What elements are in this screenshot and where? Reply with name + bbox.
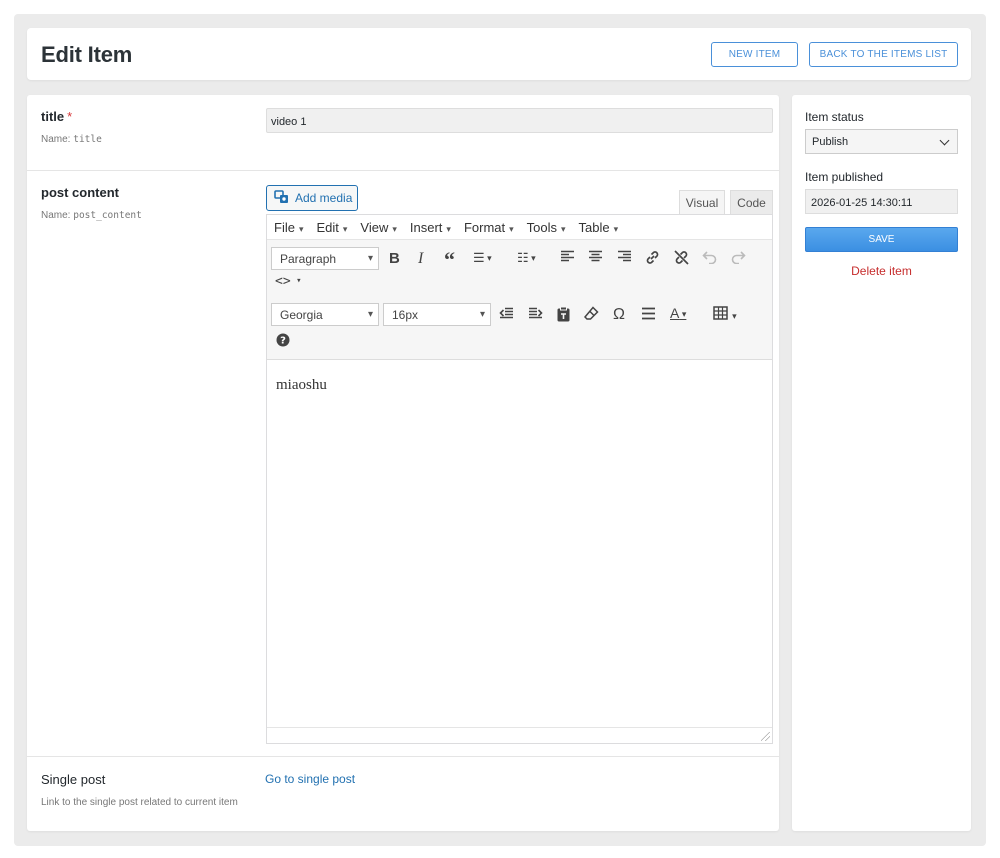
menu-tools[interactable]: Tools	[527, 220, 566, 235]
horizontal-line-icon[interactable]	[641, 307, 656, 323]
align-right-icon[interactable]	[617, 250, 632, 266]
menu-table[interactable]: Table	[579, 220, 619, 235]
menu-insert[interactable]: Insert	[410, 220, 451, 235]
undo-icon[interactable]	[702, 250, 718, 267]
post-content-field-name: Name: post_content	[41, 210, 142, 221]
item-published-label: Item published	[805, 170, 884, 184]
editor-toolbar: Paragraph B I “ ☰ ☷	[267, 239, 772, 360]
format-select[interactable]: Paragraph	[271, 247, 379, 270]
redo-icon[interactable]	[730, 250, 746, 267]
bullet-list-icon[interactable]: ☰	[473, 251, 492, 264]
numbered-list-icon[interactable]: ☷	[517, 251, 536, 264]
menu-file[interactable]: File	[274, 220, 303, 235]
outdent-icon[interactable]	[499, 307, 514, 323]
save-button[interactable]: SAVE	[805, 227, 958, 252]
title-name-code: title	[73, 134, 102, 145]
link-icon[interactable]	[644, 249, 661, 269]
item-published-input[interactable]: 2026-01-25 14:30:11	[805, 189, 958, 214]
post-content-label: post content	[41, 185, 119, 200]
resize-grip-icon[interactable]	[761, 732, 770, 741]
add-media-button[interactable]: Add media	[266, 185, 358, 211]
item-status-select[interactable]: Publish	[805, 129, 958, 154]
menu-view[interactable]: View	[360, 220, 396, 235]
align-left-icon[interactable]	[560, 250, 575, 266]
title-field-name: Name: title	[41, 134, 102, 145]
single-post-description: Link to the single post related to curre…	[41, 797, 238, 808]
field-divider	[27, 756, 779, 757]
font-family-select[interactable]: Georgia	[271, 303, 379, 326]
add-media-label: Add media	[295, 191, 353, 205]
title-field-label: title *	[41, 109, 72, 124]
title-name-prefix: Name:	[41, 134, 71, 145]
post-content-name-code: post_content	[73, 210, 142, 221]
tab-visual[interactable]: Visual	[679, 190, 725, 214]
blockquote-icon[interactable]: “	[444, 249, 455, 271]
indent-icon[interactable]	[528, 307, 543, 323]
delete-item-link[interactable]: Delete item	[792, 264, 971, 278]
post-content-name-prefix: Name:	[41, 210, 71, 221]
required-mark: *	[67, 109, 73, 124]
clear-format-icon[interactable]	[583, 306, 599, 324]
editor-content[interactable]: miaoshu	[276, 377, 327, 394]
font-size-select[interactable]: 16px	[383, 303, 491, 326]
table-icon[interactable]	[713, 306, 737, 323]
new-item-button[interactable]: NEW ITEM	[711, 42, 798, 67]
editor-statusbar	[267, 727, 772, 743]
page-title: Edit Item	[41, 42, 133, 67]
help-icon[interactable]: ?	[276, 333, 290, 350]
paste-text-icon[interactable]	[556, 306, 571, 325]
special-char-icon[interactable]: Ω	[613, 307, 625, 323]
unlink-icon[interactable]	[673, 249, 690, 269]
field-divider	[27, 170, 779, 171]
svg-text:?: ?	[280, 336, 286, 347]
single-post-label: Single post	[41, 772, 106, 787]
source-code-icon[interactable]: <>	[275, 275, 302, 288]
bold-icon[interactable]: B	[389, 251, 400, 266]
menu-edit[interactable]: Edit	[316, 220, 347, 235]
rich-text-editor: File Edit View Insert Format Tools Table…	[266, 214, 773, 744]
add-media-icon	[274, 189, 290, 207]
page-header: Edit Item NEW ITEM BACK TO THE ITEMS LIS…	[27, 28, 971, 80]
back-to-list-button[interactable]: BACK TO THE ITEMS LIST	[809, 42, 958, 67]
item-status-label: Item status	[805, 110, 864, 124]
title-input[interactable]: video 1	[266, 108, 773, 133]
menu-format[interactable]: Format	[464, 220, 514, 235]
italic-icon[interactable]: I	[418, 251, 423, 267]
main-form: title * Name: title video 1 post content …	[27, 95, 779, 831]
sidebar-panel: Item status Publish Item published 2026-…	[792, 95, 971, 831]
go-to-single-post-link[interactable]: Go to single post	[265, 772, 355, 786]
align-center-icon[interactable]	[588, 250, 603, 266]
editor-menubar: File Edit View Insert Format Tools Table	[267, 215, 772, 239]
text-color-icon[interactable]: A	[670, 306, 686, 320]
tab-code[interactable]: Code	[730, 190, 773, 214]
title-label-text: title	[41, 109, 65, 124]
